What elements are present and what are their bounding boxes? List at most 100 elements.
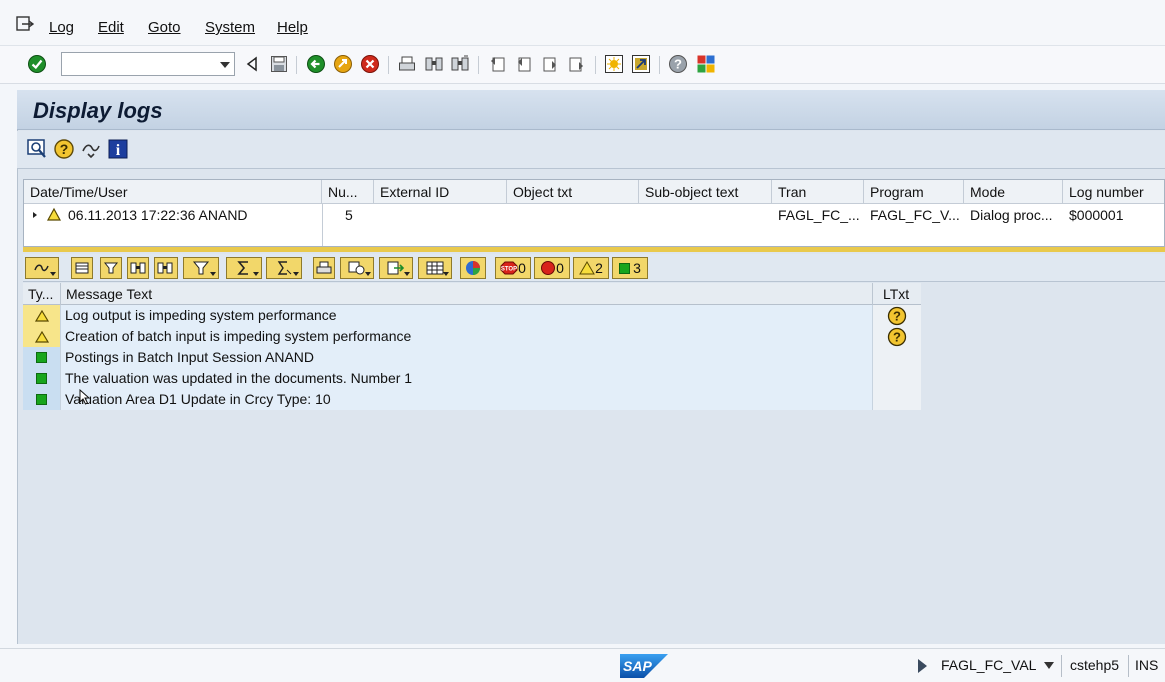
application-toolbar: ? i xyxy=(17,131,1165,169)
export-button[interactable] xyxy=(379,257,413,279)
splitter-handle[interactable] xyxy=(23,247,1165,252)
success-count: 3 xyxy=(633,260,641,276)
column-header-external-id[interactable]: External ID xyxy=(374,180,507,204)
save-icon[interactable] xyxy=(269,54,289,74)
column-header-object-txt[interactable]: Object txt xyxy=(507,180,639,204)
success-icon xyxy=(23,347,61,368)
back-triangle-icon[interactable] xyxy=(242,54,262,74)
print-preview-button[interactable] xyxy=(313,257,335,279)
warning-icon xyxy=(23,305,61,326)
column-header-number[interactable]: Nu... xyxy=(322,180,374,204)
error-count: 0 xyxy=(556,260,564,276)
graphic-button[interactable] xyxy=(460,257,486,279)
help-icon[interactable]: ? xyxy=(668,54,688,74)
table-row[interactable]: Log output is impeding system performanc… xyxy=(23,305,921,326)
status-expand-icon[interactable] xyxy=(918,659,927,673)
menu-log[interactable]: Log xyxy=(49,19,74,36)
column-header-datetime-user[interactable]: Date/Time/User xyxy=(24,180,322,204)
command-input[interactable] xyxy=(62,53,212,75)
sap-logo: SAP xyxy=(620,654,668,678)
filter-icon xyxy=(192,261,210,275)
menu-edit[interactable]: Edit xyxy=(98,19,124,36)
find-next-icon[interactable] xyxy=(450,54,470,74)
toolbar-separator xyxy=(478,56,479,74)
technical-info-icon[interactable] xyxy=(80,138,102,160)
details-icon xyxy=(75,262,89,274)
table-row[interactable]: Postings in Batch Input Session ANAND xyxy=(23,347,921,368)
filter-button[interactable] xyxy=(183,257,219,279)
menu-system[interactable]: System xyxy=(205,19,255,36)
column-header-tran[interactable]: Tran xyxy=(772,180,864,204)
shortcut-icon[interactable] xyxy=(631,54,651,74)
svg-text:SAP: SAP xyxy=(623,658,652,674)
svg-text:STOP: STOP xyxy=(501,267,517,273)
find-button[interactable] xyxy=(127,257,149,279)
table-row[interactable]: Creation of batch input is impeding syst… xyxy=(23,326,921,347)
column-header-subobject-text[interactable]: Sub-object text xyxy=(639,180,772,204)
filter-error-messages-button[interactable]: 0 xyxy=(534,257,570,279)
enter-icon[interactable] xyxy=(27,54,47,74)
long-text-button[interactable]: ? xyxy=(873,305,921,326)
status-transaction[interactable]: FAGL_FC_VAL xyxy=(941,657,1036,673)
table-row[interactable]: The valuation was updated in the documen… xyxy=(23,368,921,389)
sum-icon xyxy=(237,261,248,275)
exit-icon[interactable] xyxy=(333,54,353,74)
menu-help[interactable]: Help xyxy=(277,19,308,36)
menu-exit-icon[interactable] xyxy=(16,16,34,32)
status-insert-mode[interactable]: INS xyxy=(1135,657,1158,673)
export-icon xyxy=(387,261,405,275)
sort-ascending-button[interactable] xyxy=(100,257,122,279)
message-text: Creation of batch input is impeding syst… xyxy=(61,326,873,347)
help-question-icon[interactable]: ? xyxy=(53,138,75,160)
first-page-icon[interactable] xyxy=(488,54,508,74)
warning-icon xyxy=(579,261,595,275)
long-text-button[interactable]: ? xyxy=(873,326,921,347)
cancel-icon[interactable] xyxy=(360,54,380,74)
find-icon[interactable] xyxy=(424,54,444,74)
last-page-icon[interactable] xyxy=(566,54,586,74)
column-header-message-text[interactable]: Message Text xyxy=(61,283,873,305)
previous-page-icon[interactable] xyxy=(514,54,534,74)
column-header-log-number[interactable]: Log number xyxy=(1063,180,1165,204)
chevron-down-icon[interactable] xyxy=(1044,662,1054,669)
print-icon[interactable] xyxy=(397,54,417,74)
technical-info-button[interactable] xyxy=(25,257,59,279)
title-bar: Display logs xyxy=(17,90,1165,130)
display-details-icon[interactable] xyxy=(26,138,48,160)
message-text: Valuation Area D1 Update in Crcy Type: 1… xyxy=(61,389,873,410)
column-header-ltxt[interactable]: LTxt xyxy=(873,283,921,305)
info-icon[interactable]: i xyxy=(107,138,129,160)
toolbar-separator xyxy=(595,56,596,74)
svg-text:?: ? xyxy=(893,308,901,323)
subtotal-icon xyxy=(277,261,292,275)
subtotal-button[interactable] xyxy=(266,257,302,279)
menu-system-label: System xyxy=(205,19,256,36)
log-external-id xyxy=(374,204,507,226)
chevron-down-icon[interactable] xyxy=(220,62,230,68)
new-session-icon[interactable] xyxy=(604,54,624,74)
status-server: cstehp5 xyxy=(1070,657,1120,673)
find-next-button[interactable] xyxy=(154,257,178,279)
views-button[interactable] xyxy=(340,257,374,279)
log-number-of-messages: 5 xyxy=(322,204,374,226)
back-icon[interactable] xyxy=(306,54,326,74)
next-page-icon[interactable] xyxy=(540,54,560,74)
column-header-program[interactable]: Program xyxy=(864,180,964,204)
log-table-header: Date/Time/User Nu... External ID Object … xyxy=(24,180,1164,204)
layout-button[interactable] xyxy=(418,257,452,279)
long-text-help-icon: ? xyxy=(887,306,907,325)
filter-warning-messages-button[interactable]: 2 xyxy=(573,257,609,279)
filter-success-messages-button[interactable]: 3 xyxy=(612,257,648,279)
command-field[interactable] xyxy=(61,52,235,76)
total-button[interactable] xyxy=(226,257,262,279)
column-header-type[interactable]: Ty... xyxy=(23,283,61,305)
error-icon xyxy=(541,261,556,275)
column-header-mode[interactable]: Mode xyxy=(964,180,1063,204)
filter-stop-messages-button[interactable]: STOP 0 xyxy=(495,257,531,279)
table-row[interactable]: Valuation Area D1 Update in Crcy Type: 1… xyxy=(23,389,921,410)
alv-toolbar: STOP 0 0 2 3 xyxy=(23,254,1165,282)
details-button[interactable] xyxy=(71,257,93,279)
customize-layout-icon[interactable] xyxy=(696,54,716,74)
log-list-table: Date/Time/User Nu... External ID Object … xyxy=(23,179,1165,247)
menu-goto[interactable]: Goto xyxy=(148,19,181,36)
